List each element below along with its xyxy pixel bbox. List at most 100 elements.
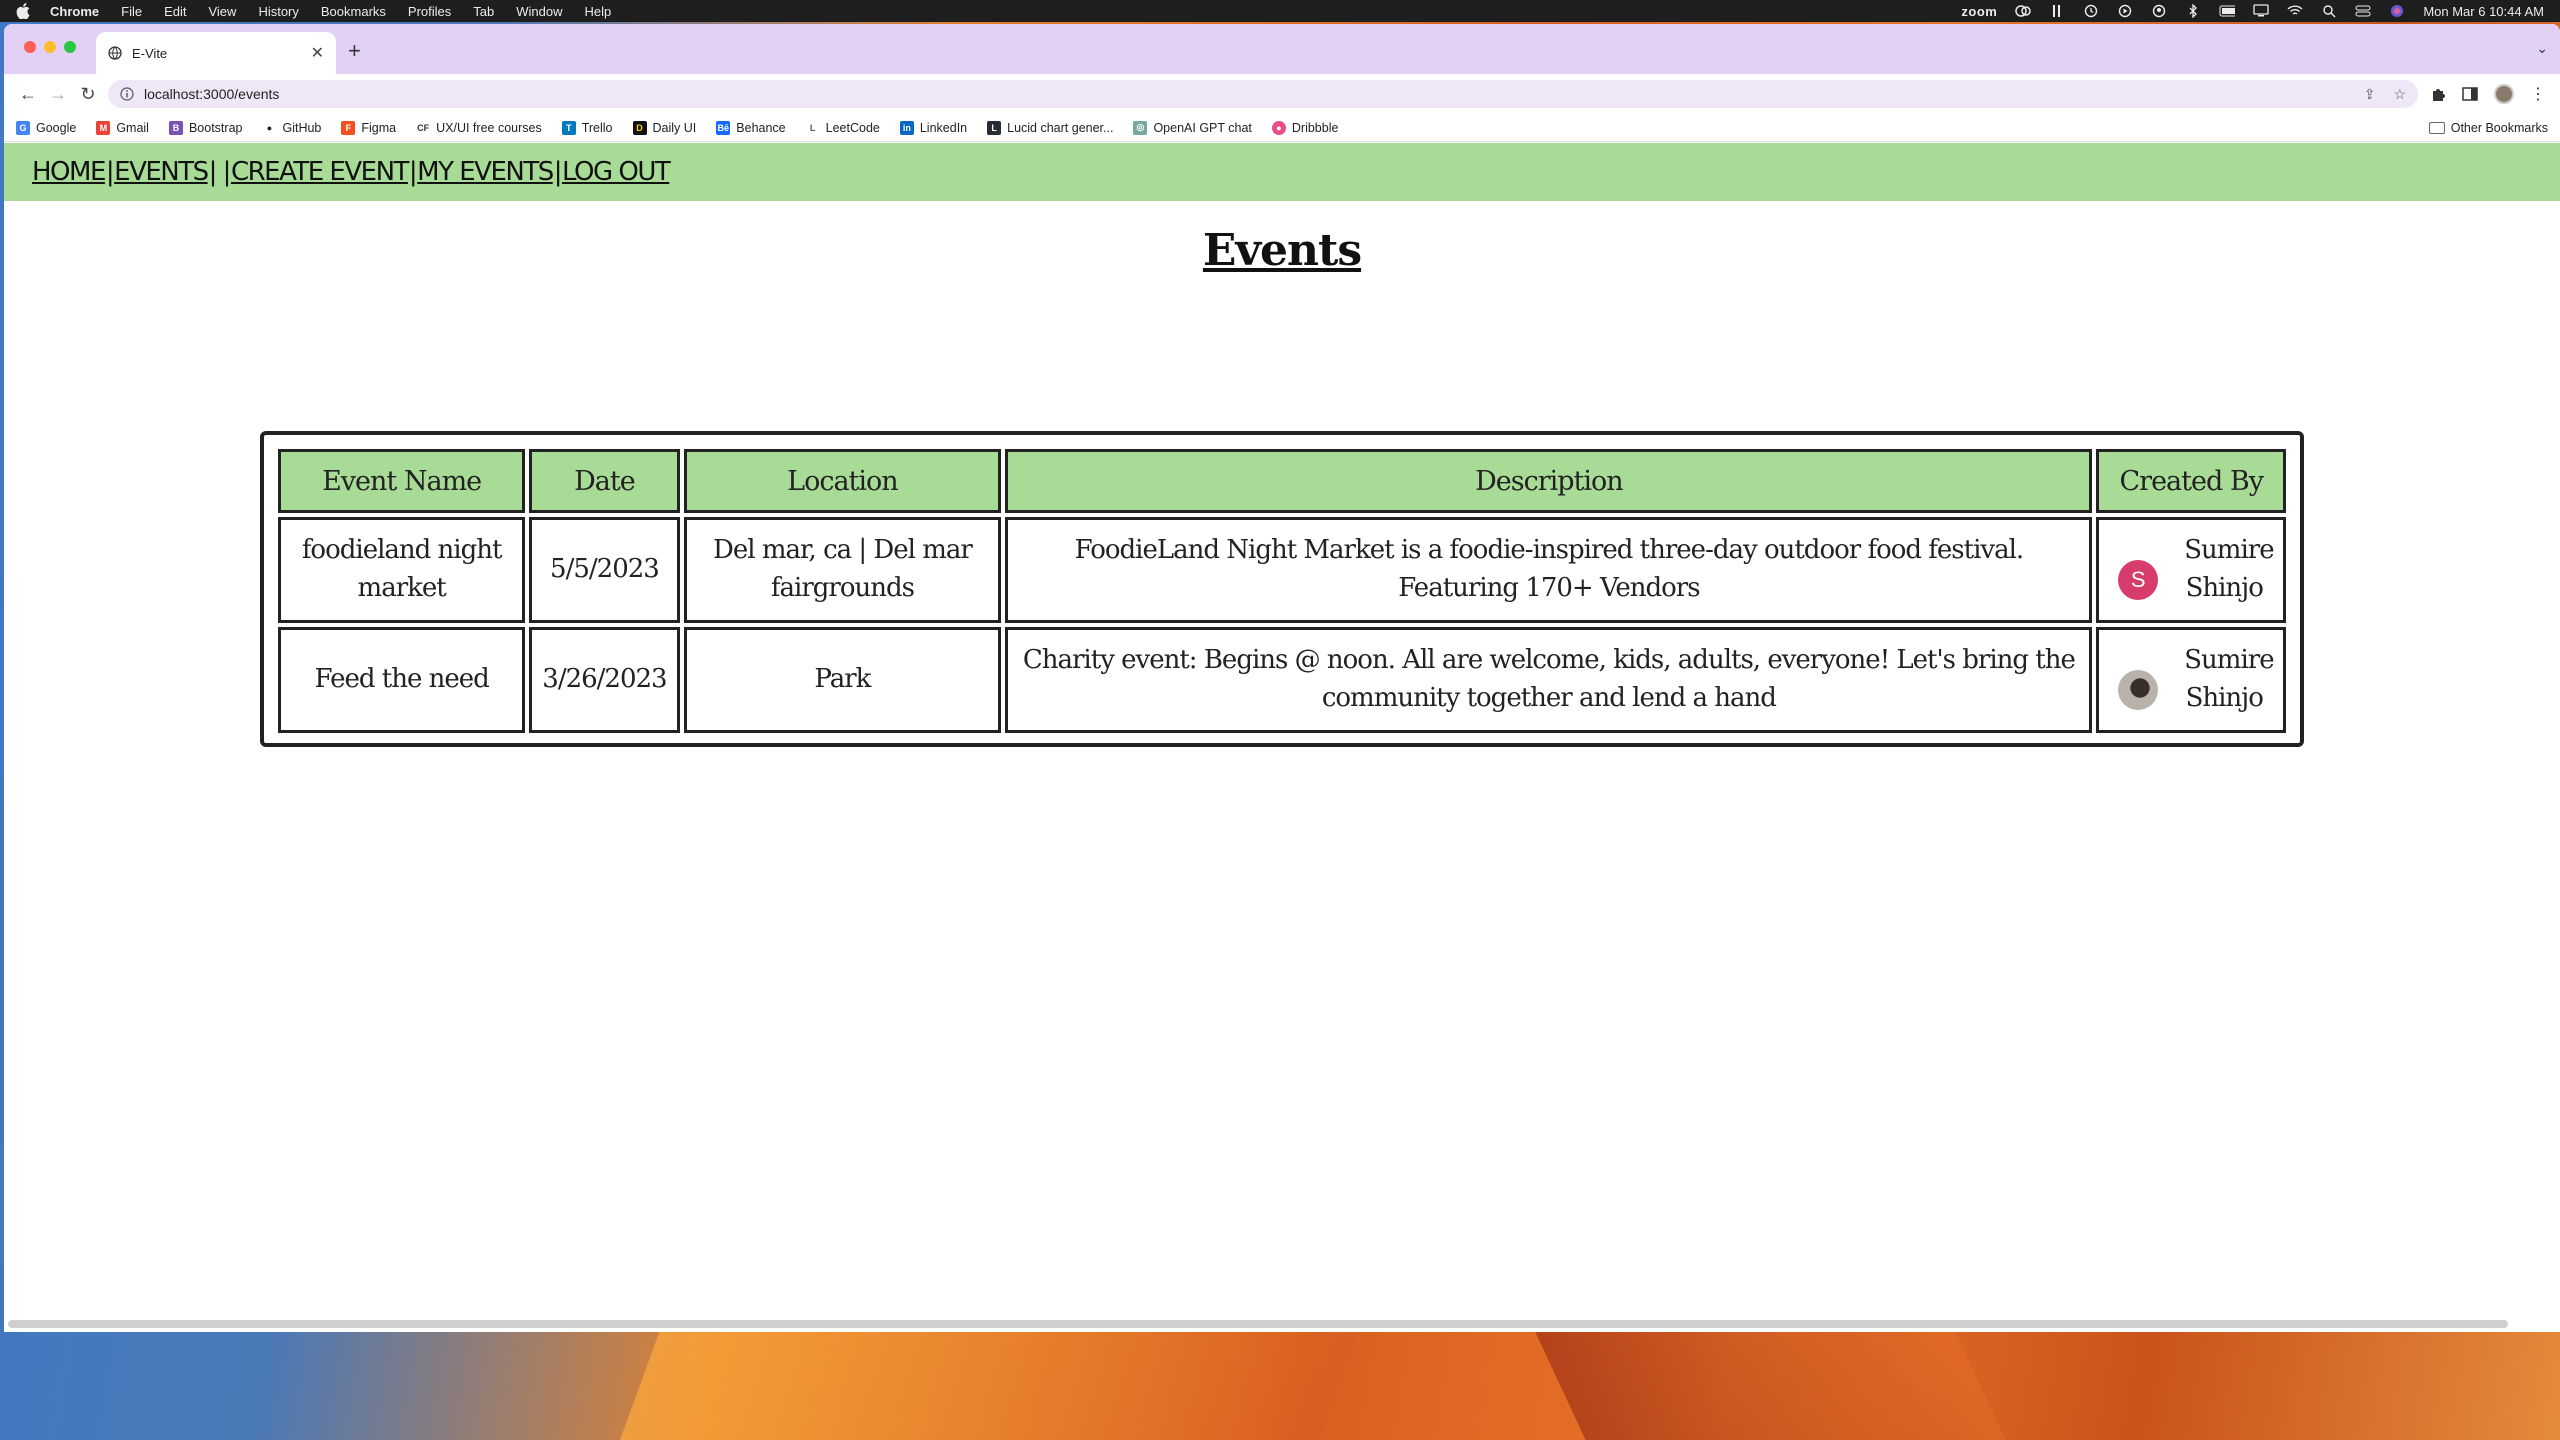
- other-bookmarks[interactable]: Other Bookmarks: [2428, 121, 2548, 135]
- table-row[interactable]: foodieland night market 5/5/2023 Del mar…: [278, 517, 2286, 623]
- menu-bookmarks[interactable]: Bookmarks: [321, 4, 386, 19]
- battery-icon[interactable]: [2219, 4, 2236, 18]
- bookmark-gmail[interactable]: M Gmail: [96, 120, 149, 135]
- bookmark-trello[interactable]: T Trello: [561, 120, 613, 135]
- tab-search-chevron-icon[interactable]: ⌄: [2536, 40, 2548, 57]
- bookmark-label: LeetCode: [825, 120, 880, 135]
- globe-icon: [108, 46, 122, 60]
- nav-events-link[interactable]: Events: [114, 157, 209, 187]
- nav-log-out-link[interactable]: Log Out: [562, 157, 671, 187]
- share-icon[interactable]: ⇪: [2364, 86, 2376, 103]
- bookmark-linkedin[interactable]: in LinkedIn: [899, 120, 967, 135]
- nav-home-link[interactable]: Home: [32, 157, 106, 187]
- bookmarks-bar: G Google M Gmail B Bootstrap ● GitHub F Figma…: [4, 114, 2560, 142]
- site-info-icon[interactable]: [120, 87, 134, 101]
- chrome-menu-icon[interactable]: ⋮: [2530, 84, 2546, 104]
- bookmark-label: Bootstrap: [188, 120, 243, 135]
- address-bar[interactable]: localhost:3000/events ⇪ ☆: [108, 80, 2418, 108]
- wifi-icon[interactable]: [2287, 4, 2303, 18]
- bookmark-label: Dribbble: [1291, 120, 1339, 135]
- fullscreen-window-button[interactable]: [64, 41, 76, 53]
- tab-strip: E-Vite ✕ + ⌄: [4, 24, 2560, 74]
- minimize-window-button[interactable]: [44, 41, 56, 53]
- trello-icon: T: [561, 120, 576, 135]
- page-content: Home | Events | | Create Event | My Events | Log…: [4, 143, 2560, 1332]
- bookmark-label: Figma: [361, 120, 397, 135]
- bookmark-star-icon[interactable]: ☆: [2393, 86, 2406, 103]
- header-date: Date: [529, 449, 680, 513]
- zoom-status-label[interactable]: zoom: [1961, 4, 1997, 19]
- nav-separator: |: [408, 157, 418, 187]
- control-center-icon[interactable]: [2355, 4, 2371, 18]
- reload-icon[interactable]: ↻: [76, 82, 100, 106]
- bookmark-dribbble[interactable]: ● Dribbble: [1271, 120, 1339, 135]
- bookmark-daily-ui[interactable]: D Daily UI: [632, 120, 697, 135]
- menu-edit[interactable]: Edit: [164, 4, 186, 19]
- bookmark-bootstrap[interactable]: B Bootstrap: [168, 120, 243, 135]
- creative-cloud-icon[interactable]: [2015, 4, 2032, 18]
- menu-file[interactable]: File: [121, 4, 142, 19]
- tab-close-icon[interactable]: ✕: [311, 43, 324, 63]
- nav-create-event-link[interactable]: Create Event: [231, 157, 409, 187]
- menu-tab[interactable]: Tab: [473, 4, 494, 19]
- menu-profiles[interactable]: Profiles: [408, 4, 451, 19]
- user-circle-icon[interactable]: [2151, 4, 2167, 18]
- profile-avatar[interactable]: [2494, 84, 2514, 104]
- dailyui-icon: D: [632, 120, 647, 135]
- time-machine-icon[interactable]: [2083, 4, 2099, 18]
- gmail-icon: M: [96, 120, 111, 135]
- bookmark-google[interactable]: G Google: [16, 120, 77, 135]
- bookmark-behance[interactable]: Bē Behance: [716, 120, 786, 135]
- bookmark-ux-ui-courses[interactable]: CF UX/UI free courses: [416, 120, 542, 135]
- bluetooth-icon[interactable]: [2185, 4, 2201, 18]
- header-location: Location: [683, 449, 1002, 513]
- bookmark-openai[interactable]: ◎ OpenAI GPT chat: [1133, 120, 1252, 135]
- bookmark-figma[interactable]: F Figma: [341, 120, 397, 135]
- tab-e-vite[interactable]: E-Vite ✕: [96, 32, 336, 74]
- dribbble-icon: ●: [1271, 120, 1286, 135]
- table-row[interactable]: Feed the need 3/26/2023 Park Charity eve…: [278, 627, 2286, 733]
- apple-icon[interactable]: [16, 3, 30, 19]
- event-location-cell: Del mar, ca | Del mar fairgrounds: [683, 517, 1002, 623]
- horizontal-scrollbar[interactable]: [8, 1320, 2508, 1328]
- event-description-cell: Charity event: Begins @ noon. All are we…: [1005, 627, 2093, 733]
- window-controls: [24, 41, 76, 53]
- extensions-puzzle-icon[interactable]: [2430, 86, 2446, 102]
- browser-window: E-Vite ✕ + ⌄ ← → ↻ localhost:3000/events…: [4, 24, 2560, 1332]
- event-name-cell: foodieland night market: [278, 517, 526, 623]
- siri-icon[interactable]: [2389, 4, 2405, 18]
- forward-arrow-icon[interactable]: →: [46, 82, 70, 106]
- bookmark-label: OpenAI GPT chat: [1153, 120, 1252, 135]
- menu-history[interactable]: History: [258, 4, 298, 19]
- menu-help[interactable]: Help: [585, 4, 612, 19]
- tools-icon[interactable]: [2049, 4, 2065, 18]
- new-tab-icon[interactable]: +: [348, 38, 361, 64]
- spotlight-search-icon[interactable]: [2321, 4, 2337, 18]
- bookmark-label: Google: [36, 120, 77, 135]
- bookmark-github[interactable]: ● GitHub: [262, 120, 321, 135]
- creator-name: Sumire Shinjo: [2184, 645, 2274, 713]
- bookmark-label: Behance: [736, 120, 786, 135]
- close-window-button[interactable]: [24, 41, 36, 53]
- back-arrow-icon[interactable]: ←: [16, 82, 40, 106]
- tab-title: E-Vite: [132, 45, 168, 61]
- menu-window[interactable]: Window: [516, 4, 562, 19]
- bookmark-lucid-chart[interactable]: L Lucid chart gener...: [987, 120, 1113, 135]
- google-icon: G: [16, 120, 30, 135]
- linkedin-icon: in: [899, 120, 914, 135]
- table-header-row: Event Name Date Location Description Cre…: [278, 449, 2286, 513]
- bookmark-leetcode[interactable]: L LeetCode: [805, 120, 880, 135]
- play-icon[interactable]: [2117, 4, 2133, 18]
- leetcode-icon: L: [805, 120, 820, 135]
- side-panel-icon[interactable]: [2462, 87, 2478, 101]
- display-icon[interactable]: [2253, 4, 2269, 18]
- creator-avatar: [2118, 670, 2159, 710]
- menubar-datetime[interactable]: Mon Mar 6 10:44 AM: [2423, 4, 2544, 19]
- menu-app-name[interactable]: Chrome: [50, 4, 99, 19]
- nav-separator: | |: [208, 157, 232, 187]
- menu-view[interactable]: View: [208, 4, 236, 19]
- nav-my-events-link[interactable]: My Events: [417, 157, 554, 187]
- url-text[interactable]: localhost:3000/events: [144, 86, 2364, 102]
- bookmark-label: Daily UI: [652, 120, 697, 135]
- page-title: Events: [1202, 225, 1362, 276]
